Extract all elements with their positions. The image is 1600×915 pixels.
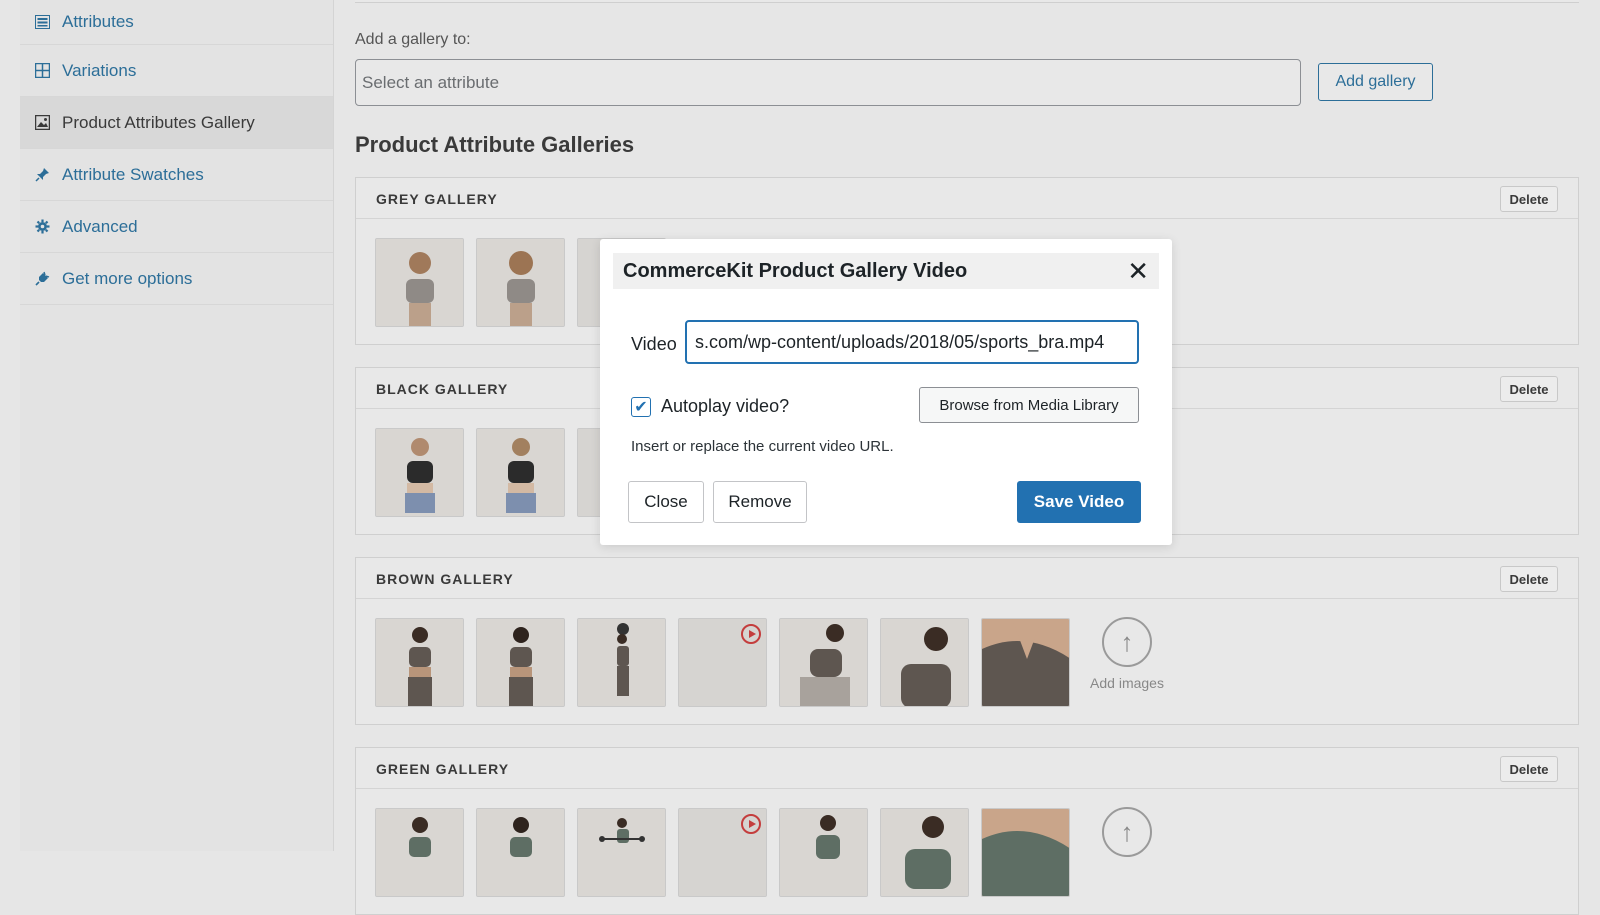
gallery-brown: BROWN GALLERY Delete ↑ Add images — [355, 557, 1579, 725]
sidebar-item-label: Get more options — [62, 268, 193, 288]
gallery-title: GREY GALLERY — [376, 191, 498, 207]
product-thumbnail[interactable] — [476, 238, 565, 327]
sidebar-item-attribute-swatches[interactable]: Attribute Swatches — [20, 149, 333, 201]
video-label: Video — [631, 334, 677, 354]
gallery-thumbnails: ↑ — [356, 789, 1578, 914]
sidebar-item-variations[interactable]: Variations — [20, 45, 333, 97]
autoplay-label: Autoplay video? — [661, 396, 790, 416]
plugin-icon — [34, 271, 50, 287]
product-thumbnail[interactable] — [981, 808, 1070, 897]
pin-icon — [34, 167, 50, 183]
section-title: Product Attribute Galleries — [355, 132, 635, 157]
video-url-input[interactable]: s.com/wp-content/uploads/2018/05/sports_… — [685, 320, 1139, 364]
delete-gallery-button[interactable]: Delete — [1500, 376, 1558, 402]
image-icon — [34, 115, 50, 131]
product-thumbnail[interactable] — [981, 618, 1070, 707]
attribute-select[interactable]: Select an attribute — [355, 59, 1301, 106]
gallery-title: GREEN GALLERY — [376, 761, 510, 777]
add-images-button[interactable]: ↑ Add images — [1082, 617, 1172, 691]
autoplay-checkbox[interactable]: ✔ — [631, 397, 651, 417]
sidebar-item-label: Advanced — [62, 216, 138, 236]
grid-icon — [34, 63, 50, 79]
checkmark-icon: ✔ — [634, 399, 648, 416]
product-thumbnail[interactable] — [375, 428, 464, 517]
sidebar-item-attributes[interactable]: Attributes — [20, 0, 333, 45]
product-thumbnail[interactable] — [476, 618, 565, 707]
product-thumbnail[interactable] — [880, 808, 969, 897]
video-thumbnail[interactable] — [678, 618, 767, 707]
video-thumbnail[interactable] — [678, 808, 767, 897]
add-gallery-label: Add a gallery to: — [355, 31, 471, 48]
delete-gallery-button[interactable]: Delete — [1500, 566, 1558, 592]
product-thumbnail[interactable] — [577, 808, 666, 897]
product-thumbnail[interactable] — [375, 618, 464, 707]
close-button[interactable]: Close — [628, 481, 704, 523]
play-video-icon[interactable] — [741, 624, 761, 644]
add-gallery-button[interactable]: Add gallery — [1318, 63, 1433, 101]
gallery-title: BROWN GALLERY — [376, 571, 514, 587]
sidebar-item-label: Variations — [62, 60, 137, 80]
arrow-up-icon: ↑ — [1102, 617, 1152, 667]
delete-gallery-button[interactable]: Delete — [1500, 186, 1558, 212]
sidebar-item-advanced[interactable]: Advanced — [20, 201, 333, 253]
sidebar-item-product-attributes-gallery[interactable]: Product Attributes Gallery — [20, 97, 333, 149]
video-modal: CommerceKit Product Gallery Video ✕ Vide… — [600, 239, 1172, 545]
settings-sidebar: Attributes Variations Product Attributes… — [20, 0, 334, 851]
play-video-icon[interactable] — [741, 814, 761, 834]
list-icon — [34, 14, 50, 30]
gallery-green: GREEN GALLERY Delete ↑ — [355, 747, 1579, 915]
product-thumbnail[interactable] — [375, 238, 464, 327]
close-icon[interactable]: ✕ — [1127, 257, 1149, 285]
gallery-header: GREY GALLERY Delete — [356, 178, 1578, 219]
sidebar-item-label: Attributes — [62, 12, 134, 31]
sidebar-item-get-more-options[interactable]: Get more options — [20, 253, 333, 305]
arrow-up-icon: ↑ — [1102, 807, 1152, 857]
gallery-thumbnails: ↑ Add images — [356, 599, 1578, 724]
add-images-button[interactable]: ↑ — [1082, 807, 1172, 865]
modal-title: CommerceKit Product Gallery Video — [623, 259, 968, 282]
sidebar-item-label: Attribute Swatches — [62, 164, 204, 184]
add-images-label: Add images — [1090, 675, 1164, 691]
modal-header: CommerceKit Product Gallery Video ✕ — [613, 253, 1159, 289]
help-text: Insert or replace the current video URL. — [631, 438, 894, 455]
gallery-header: BROWN GALLERY Delete — [356, 558, 1578, 599]
product-thumbnail[interactable] — [779, 618, 868, 707]
gear-icon — [34, 219, 50, 235]
product-thumbnail[interactable] — [577, 618, 666, 707]
product-thumbnail[interactable] — [476, 808, 565, 897]
product-thumbnail[interactable] — [779, 808, 868, 897]
product-thumbnail[interactable] — [476, 428, 565, 517]
sidebar-item-label: Product Attributes Gallery — [62, 112, 255, 132]
gallery-title: BLACK GALLERY — [376, 381, 509, 397]
remove-button[interactable]: Remove — [713, 481, 807, 523]
save-video-button[interactable]: Save Video — [1017, 481, 1141, 523]
browse-media-library-button[interactable]: Browse from Media Library — [919, 387, 1139, 423]
gallery-header: GREEN GALLERY Delete — [356, 748, 1578, 789]
top-panel-edge — [355, 0, 1579, 3]
product-thumbnail[interactable] — [375, 808, 464, 897]
product-thumbnail[interactable] — [880, 618, 969, 707]
delete-gallery-button[interactable]: Delete — [1500, 756, 1558, 782]
